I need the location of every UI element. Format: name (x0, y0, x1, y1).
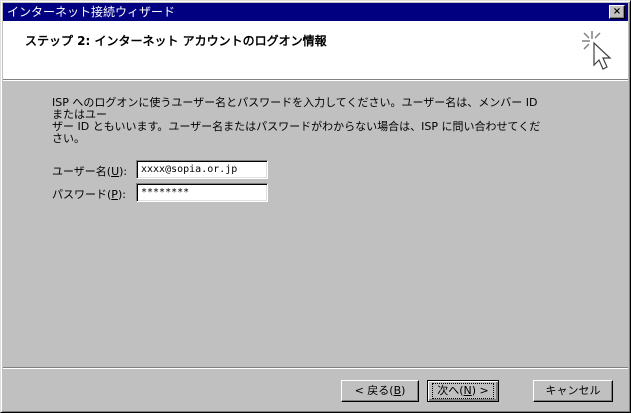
cancel-button[interactable]: キャンセル (533, 380, 613, 402)
close-icon: × (612, 6, 622, 17)
instructions-text: ISP へのログオンに使うユーザー名とパスワードを入力してください。ユーザー名は… (52, 97, 542, 145)
next-button[interactable]: 次へ(N) > (427, 380, 499, 402)
password-label: パスワード(P): (52, 188, 126, 201)
window-title: インターネット接続ウィザード (7, 5, 176, 19)
username-label: ユーザー名(U): (52, 165, 128, 178)
wizard-cursor-icon (582, 31, 612, 70)
wizard-header: ステップ 2: インターネット アカウントのログオン情報 (3, 21, 628, 79)
username-input[interactable]: xxxx@sopia.or.jp (136, 160, 268, 179)
title-bar[interactable]: インターネット接続ウィザード × (3, 3, 628, 21)
header-separator (3, 79, 628, 81)
wizard-window: インターネット接続ウィザード × ステップ 2: インターネット アカウントのロ… (0, 0, 631, 413)
step-title: ステップ 2: インターネット アカウントのログオン情報 (25, 34, 327, 48)
back-button[interactable]: < 戻る(B) (341, 380, 419, 402)
password-input[interactable]: ******** (136, 183, 268, 202)
instructions-line-2: ザー ID ともいいます。ユーザー名またはパスワードがわからない場合は、ISP … (52, 120, 541, 145)
footer-separator (3, 367, 628, 369)
instructions-line-1: ISP へのログオンに使うユーザー名とパスワードを入力してください。ユーザー名は… (52, 96, 538, 121)
close-button[interactable]: × (609, 5, 625, 19)
